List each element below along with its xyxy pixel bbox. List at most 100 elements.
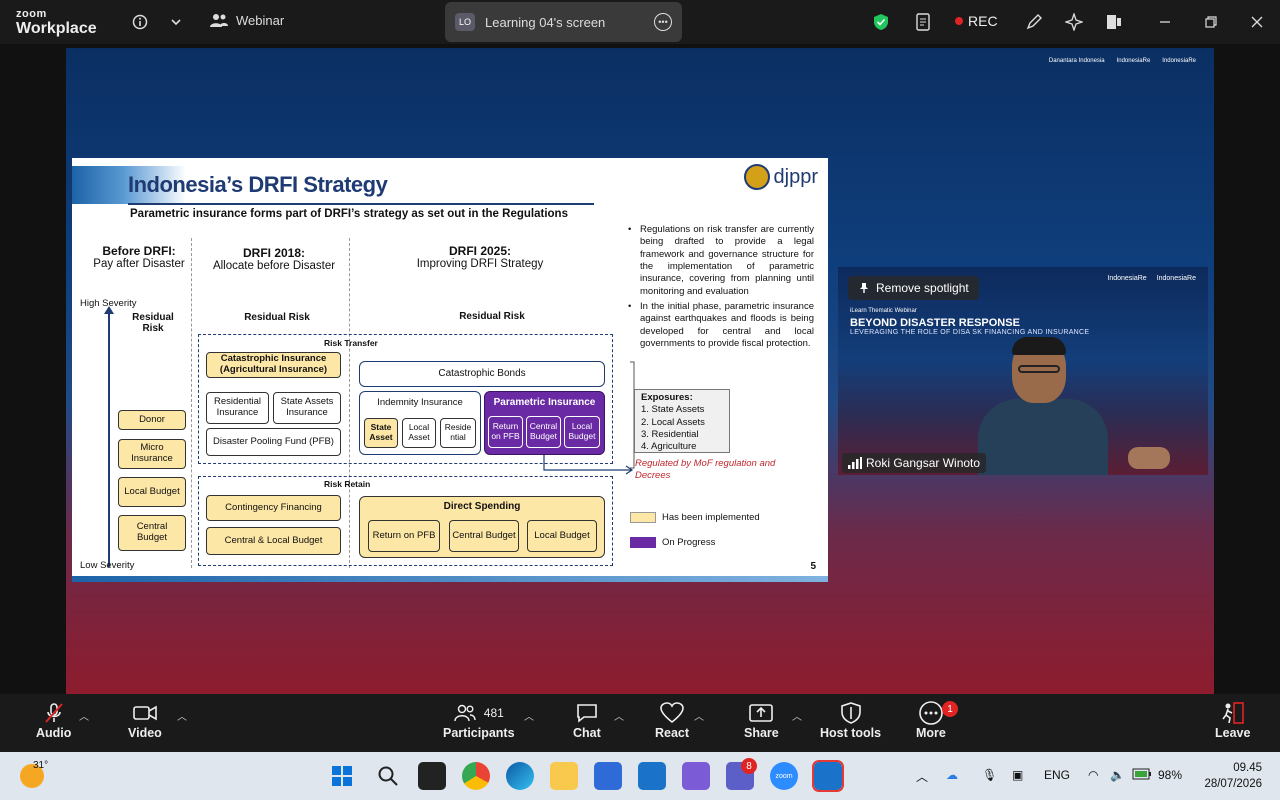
col2-head: DRFI 2018: [242,246,306,260]
language-indicator[interactable]: ENG [1044,768,1070,782]
battery-icon[interactable] [1132,768,1152,783]
edge-icon[interactable] [506,762,534,790]
local-asset-box: Local Asset [402,418,436,448]
react-caret-icon[interactable]: ︿ [694,708,704,723]
host-tools-button[interactable]: Host tools [820,700,881,740]
local-budget-box: Local Budget [118,477,186,507]
legend-implemented: Has been implemented [630,512,760,523]
indemnity-label: Indemnity Insurance [377,397,463,408]
video-logo-1: IndonesiaRe [1107,275,1147,282]
people-icon [210,14,228,27]
notes-icon[interactable] [913,12,933,32]
danantara-logo: Danantara Indonesia [1048,58,1105,64]
camera-icon [132,700,158,726]
chevron-down-icon[interactable] [166,12,186,32]
file-explorer-icon[interactable] [550,762,578,790]
remove-spotlight-button[interactable]: Remove spotlight [848,276,979,300]
react-label: React [655,726,690,740]
zoom-logo: zoom Workplace [16,9,97,37]
store-icon[interactable] [594,762,622,790]
micro-insurance-box: Micro Insurance [118,439,186,469]
tray-chevron-up-icon[interactable]: ︿ [916,768,928,785]
col1-head: Before DRFI: [102,244,176,258]
col-drfi-2025: DRFI 2025: Improving DRFI Strategy [382,244,578,270]
more-options-icon[interactable]: ••• [654,13,672,31]
screen-share-pill[interactable]: LO Learning 04's screen ••• [445,2,682,42]
leave-button[interactable]: Leave [1215,700,1250,740]
title-underline [128,203,594,205]
share-button[interactable]: Share [744,700,779,740]
close-icon[interactable] [1247,12,1267,32]
chrome-icon[interactable] [462,762,490,790]
search-icon[interactable] [374,762,402,790]
share-screen-icon [748,700,774,726]
microphone-icon[interactable]: 🎙 [982,768,997,782]
legend-swatch-purple [630,537,656,548]
legend-progress: On Progress [630,537,715,548]
slide-subtitle: Parametric insurance forms part of DRFI’… [130,208,568,220]
divider-1 [191,238,192,568]
side-panel-icon[interactable] [1104,12,1124,32]
share-caret-icon[interactable]: ︿ [792,708,802,723]
restore-icon[interactable] [1201,12,1221,32]
webinar-title: BEYOND DISASTER RESPONSE [850,317,1020,329]
participants-caret-icon[interactable]: ︿ [524,708,534,723]
host-tools-label: Host tools [820,726,882,740]
stage-logos: Danantara Indonesia IndonesiaRe Indonesi… [1049,58,1196,64]
central-budget-box: Central Budget [118,515,186,551]
audio-button[interactable]: Audio [36,700,71,740]
col-drfi-2018: DRFI 2018: Allocate before Disaster [200,246,348,272]
minimize-icon[interactable] [1155,12,1175,32]
chat-caret-icon[interactable]: ︿ [614,708,624,723]
direct-central-budget-box: Central Budget [449,520,519,552]
system-clock[interactable]: 09.45 28/07/2026 [1204,761,1262,792]
outlook-icon[interactable] [638,762,666,790]
onedrive-cloud-icon[interactable]: ☁ [946,768,958,782]
bullet-2: In the initial phase, parametric insuran… [628,301,814,350]
video-caret-icon[interactable]: ︿ [177,708,187,723]
participant-name-tag: Roki Gangsar Winoto [842,453,987,473]
rec-label: REC [968,13,998,29]
start-icon[interactable] [328,762,356,790]
annotate-icon[interactable] [1024,12,1044,32]
zoom-app-icon[interactable]: zoom [770,762,798,790]
mic-muted-icon [42,700,66,726]
sparkle-icon[interactable] [1064,12,1084,32]
speaker-body [978,399,1108,475]
more-notification-badge: 1 [942,701,958,717]
regulated-note: Regulated by MoF regulation and Decrees [635,458,776,482]
state-assets-insurance-box: State Assets Insurance [273,392,341,424]
chat-button[interactable]: Chat [573,700,601,740]
shared-screen-stage: Danantara Indonesia IndonesiaRe Indonesi… [66,48,1214,694]
audio-caret-icon[interactable]: ︿ [79,708,89,723]
low-severity-label: Low Severity [80,560,135,571]
phone-link-icon[interactable] [682,762,710,790]
speaker-video-tile[interactable]: IndonesiaRe IndonesiaRe Remove spotlight… [838,267,1208,475]
volume-icon[interactable]: 🔈 [1110,768,1125,782]
participants-button[interactable]: 481 Participants [443,700,515,740]
speaker-hand [1128,447,1170,469]
remove-spotlight-label: Remove spotlight [876,281,969,295]
wifi-icon[interactable]: ◠ [1088,768,1098,782]
shield-icon[interactable] [871,12,891,32]
react-button[interactable]: React [655,700,689,740]
recording-indicator[interactable]: REC [955,13,998,29]
windows-taskbar: 31° 8 zoom ︿ ☁ 🎙 ▣ ENG ◠ 🔈 98% 09.45 28/… [0,752,1280,800]
legend-implemented-label: Has been implemented [662,512,760,523]
residential-insurance-box: Residential Insurance [206,392,269,424]
bullet-list: Regulations on risk transfer are current… [628,224,814,353]
participants-count: 481 [483,706,504,720]
outlook-active-icon[interactable] [812,760,844,792]
djppr-text: djppr [773,165,818,188]
battery-percent: 98% [1158,768,1183,782]
regulation-connector [543,361,635,475]
screen-share-tray-icon[interactable]: ▣ [1012,768,1023,782]
leave-label: Leave [1215,726,1251,740]
task-view-icon[interactable] [418,762,446,790]
speaker-glasses [1018,365,1060,373]
exposure-item: 3. Residential [641,429,699,441]
clock-date: 28/07/2026 [1204,777,1262,790]
info-icon[interactable] [130,12,150,32]
webinar-indicator: Webinar [210,12,284,28]
video-button[interactable]: Video [128,700,162,740]
